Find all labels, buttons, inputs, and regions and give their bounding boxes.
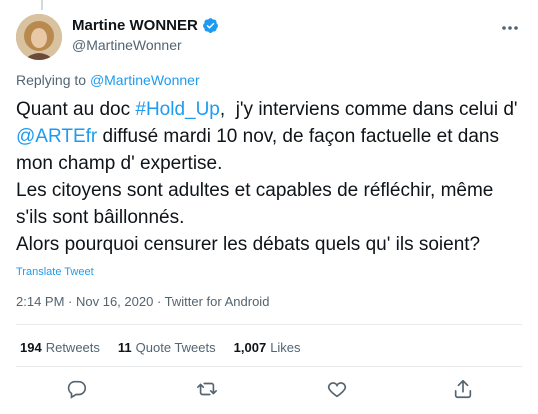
likes-count: 1,007 xyxy=(233,340,267,355)
avatar-image xyxy=(16,14,62,60)
like-icon[interactable] xyxy=(326,378,348,400)
hashtag-link[interactable]: #Hold_Up xyxy=(135,99,220,120)
quote-tweets-label: Quote Tweets xyxy=(135,340,216,355)
tweet-actions xyxy=(0,378,538,404)
mention-link[interactable]: @ARTEfr xyxy=(16,126,97,147)
quote-tweets-count: 11 xyxy=(117,340,132,355)
verified-badge-icon xyxy=(202,17,219,34)
meta-separator: · xyxy=(64,294,76,309)
more-icon[interactable] xyxy=(500,18,520,38)
author-block: Martine WONNER @MartineWonner xyxy=(72,17,219,53)
tweet-text: Quant au doc #Hold_Up, j'y interviens co… xyxy=(16,96,526,258)
translate-tweet-link[interactable]: Translate Tweet xyxy=(16,266,94,278)
tweet-source[interactable]: Twitter for Android xyxy=(165,294,270,309)
retweets-count: 194 xyxy=(20,340,42,355)
share-icon[interactable] xyxy=(452,378,474,400)
replying-to-link[interactable]: @MartineWonner xyxy=(90,72,200,88)
divider xyxy=(16,366,522,367)
meta-separator: · xyxy=(153,294,165,309)
retweets-label: Retweets xyxy=(45,340,100,355)
likes-stat[interactable]: 1,007 Likes xyxy=(234,340,301,355)
avatar[interactable] xyxy=(16,14,62,60)
author-handle[interactable]: @MartineWonner xyxy=(72,37,219,53)
thread-connector-line xyxy=(41,0,43,10)
tweet-stats: 194 Retweets 11 Quote Tweets 1,007 Likes xyxy=(20,340,301,355)
author-display-name[interactable]: Martine WONNER xyxy=(72,17,198,34)
reply-icon[interactable] xyxy=(66,378,88,400)
replying-to-label: Replying to xyxy=(16,72,90,88)
tweet-header: Martine WONNER @MartineWonner xyxy=(16,14,522,60)
divider xyxy=(16,324,522,325)
tweet-date[interactable]: Nov 16, 2020 xyxy=(76,294,153,309)
tweet-text-part1: Quant au doc xyxy=(16,99,136,120)
tweet-time[interactable]: 2:14 PM xyxy=(16,294,64,309)
likes-label: Likes xyxy=(270,340,301,355)
replying-to: Replying to @MartineWonner xyxy=(16,72,200,88)
retweets-stat[interactable]: 194 Retweets xyxy=(20,340,100,355)
tweet-text-part2: , j'y interviens comme dans celui d' xyxy=(219,99,523,120)
retweet-icon[interactable] xyxy=(196,378,218,400)
quote-tweets-stat[interactable]: 11 Quote Tweets xyxy=(118,340,216,355)
tweet-metadata: 2:14 PM · Nov 16, 2020 · Twitter for And… xyxy=(16,294,269,309)
